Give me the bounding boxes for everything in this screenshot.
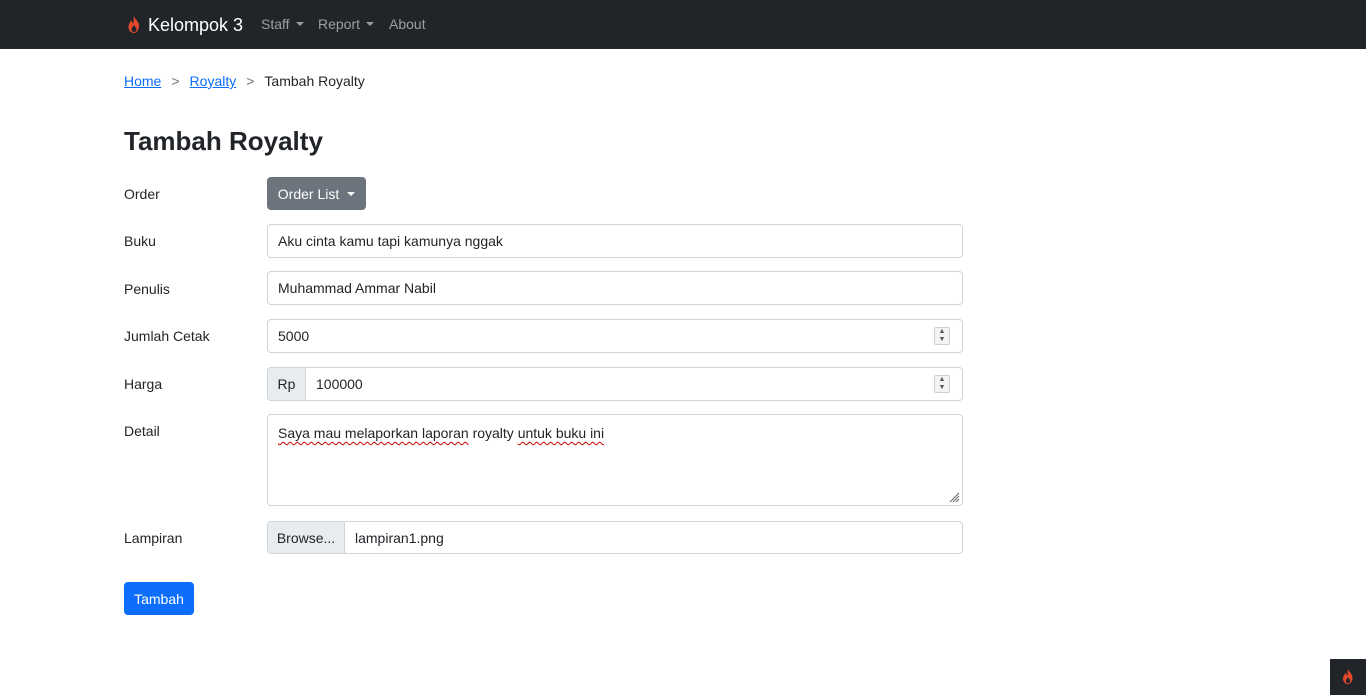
jumlah-cetak-input[interactable]: 5000 ▲ ▼ — [267, 319, 963, 353]
breadcrumb-royalty-link[interactable]: Royalty — [190, 73, 237, 89]
tambah-button[interactable]: Tambah — [124, 582, 194, 615]
nav-staff-label: Staff — [261, 16, 290, 32]
order-label: Order — [124, 186, 160, 202]
breadcrumb: Home > Royalty > Tambah Royalty — [124, 73, 365, 89]
buku-input-value: Aku cinta kamu tapi kamunya nggak — [278, 233, 503, 249]
breadcrumb-separator: > — [246, 73, 255, 89]
detail-textarea[interactable]: Saya mau melaporkan laporan royalty untu… — [267, 414, 963, 506]
order-list-dropdown-button[interactable]: Order List — [267, 177, 366, 210]
brand-link[interactable]: Kelompok 3 — [124, 13, 243, 37]
flame-icon — [1343, 668, 1353, 685]
lampiran-file-input[interactable]: Browse... lampiran1.png — [267, 521, 963, 554]
harga-input-group: Rp 100000 ▲ ▼ — [267, 367, 963, 401]
detail-text-part: royalty — [472, 425, 514, 441]
breadcrumb-home-link[interactable]: Home — [124, 73, 161, 89]
harga-label: Harga — [124, 376, 163, 392]
buku-input[interactable]: Aku cinta kamu tapi kamunya nggak — [267, 224, 963, 258]
detail-label: Detail — [124, 423, 160, 439]
nav-report-dropdown[interactable]: Report — [318, 16, 375, 32]
caret-down-icon — [295, 22, 304, 26]
nav-about-label: About — [389, 16, 426, 32]
nav-report-label: Report — [318, 16, 361, 32]
penulis-label: Penulis — [124, 281, 170, 297]
navbar: Kelompok 3 Staff Report About — [0, 0, 1366, 49]
lampiran-label: Lampiran — [124, 530, 183, 546]
jumlah-cetak-input-value: 5000 — [278, 328, 310, 344]
caret-down-icon — [347, 191, 356, 196]
page-title: Tambah Royalty — [124, 126, 323, 156]
caret-down-icon — [366, 22, 375, 26]
penulis-input-value: Muhammad Ammar Nabil — [278, 280, 436, 296]
jumlah-cetak-label: Jumlah Cetak — [124, 328, 210, 344]
detail-text-part: untuk buku ini — [517, 425, 605, 441]
resize-handle-icon[interactable] — [948, 491, 960, 503]
buku-label: Buku — [124, 233, 156, 249]
number-spinner-icon[interactable]: ▲ ▼ — [934, 375, 950, 393]
nav-staff-dropdown[interactable]: Staff — [261, 16, 304, 32]
lampiran-filename: lampiran1.png — [355, 529, 444, 546]
breadcrumb-separator: > — [171, 73, 180, 89]
debug-toolbar-toggle[interactable] — [1330, 659, 1366, 695]
brand-name: Kelompok 3 — [148, 14, 244, 35]
currency-prefix: Rp — [268, 368, 306, 400]
browse-button[interactable]: Browse... — [268, 522, 345, 553]
harga-input[interactable]: 100000 — [306, 376, 934, 392]
order-list-button-label: Order List — [277, 185, 340, 202]
breadcrumb-current: Tambah Royalty — [264, 73, 365, 89]
number-spinner-icon[interactable]: ▲ ▼ — [934, 327, 950, 345]
flame-icon — [128, 16, 139, 33]
nav-about-link[interactable]: About — [389, 16, 426, 32]
penulis-input[interactable]: Muhammad Ammar Nabil — [267, 271, 963, 305]
detail-text-part: Saya mau melaporkan laporan — [278, 425, 469, 441]
